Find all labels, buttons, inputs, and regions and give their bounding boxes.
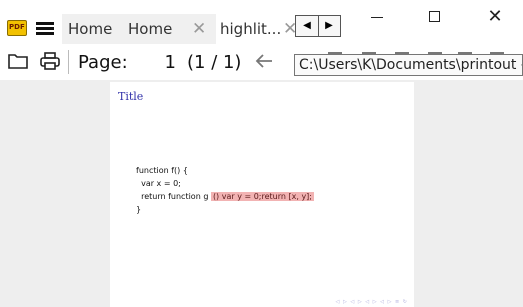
maximize-button[interactable] — [420, 6, 450, 28]
open-folder-icon[interactable] — [7, 51, 29, 71]
tab-scroll-buttons: ◀ ▶ — [295, 15, 341, 37]
minimize-button[interactable] — [362, 6, 392, 28]
beamer-nav-icons[interactable]: ◁ ▷ ◁ ▷ ◁ ▷ ◁ ▷ ≡ ↻ — [336, 299, 408, 305]
close-window-button[interactable]: ✕ — [480, 6, 510, 28]
slide-title: Title — [118, 90, 144, 103]
minimize-icon — [371, 17, 383, 18]
toolbar-divider — [68, 50, 69, 74]
maximize-icon — [429, 11, 440, 22]
print-icon[interactable] — [39, 51, 61, 71]
back-arrow-icon[interactable] — [254, 52, 274, 70]
tab-highlight-label: highlit... — [220, 20, 282, 38]
document-viewer[interactable]: Title function f() { var x = 0; return f… — [0, 80, 523, 307]
app-pdf-icon: PDF — [7, 20, 27, 36]
code-line: } — [136, 205, 142, 214]
tab-highlight[interactable]: highlit... ✕ — [216, 14, 298, 44]
tab-home-close-icon[interactable]: ✕ — [192, 14, 206, 44]
code-line: return function g — [136, 192, 209, 201]
code-block: function f() { var x = 0; return functio… — [136, 164, 314, 216]
page-number-input[interactable] — [134, 50, 176, 74]
code-line: var x = 0; — [136, 179, 181, 188]
tab-scroll-right-button[interactable]: ▶ — [318, 16, 340, 36]
tab-path-tooltip: C:\Users\K\Documents\printout - C — [294, 54, 523, 76]
tab-home-label: Home — [68, 20, 113, 38]
title-bar: PDF Home Home ✕ highlit... ✕ ◀ ▶ ✕ — [0, 0, 523, 44]
page-total: (1 / 1) — [187, 52, 242, 73]
tab-home[interactable]: Home Home ✕ — [62, 14, 216, 44]
highlighted-code: () var y = 0;return [x, y]; — [210, 192, 314, 201]
menu-icon[interactable] — [36, 22, 54, 36]
tab-scroll-left-button[interactable]: ◀ — [296, 16, 319, 36]
code-line: function f() { — [136, 166, 188, 175]
page-label: Page: — [78, 52, 128, 73]
pdf-page: Title function f() { var x = 0; return f… — [110, 82, 414, 307]
tab-home-label-secondary: Home — [128, 20, 173, 38]
